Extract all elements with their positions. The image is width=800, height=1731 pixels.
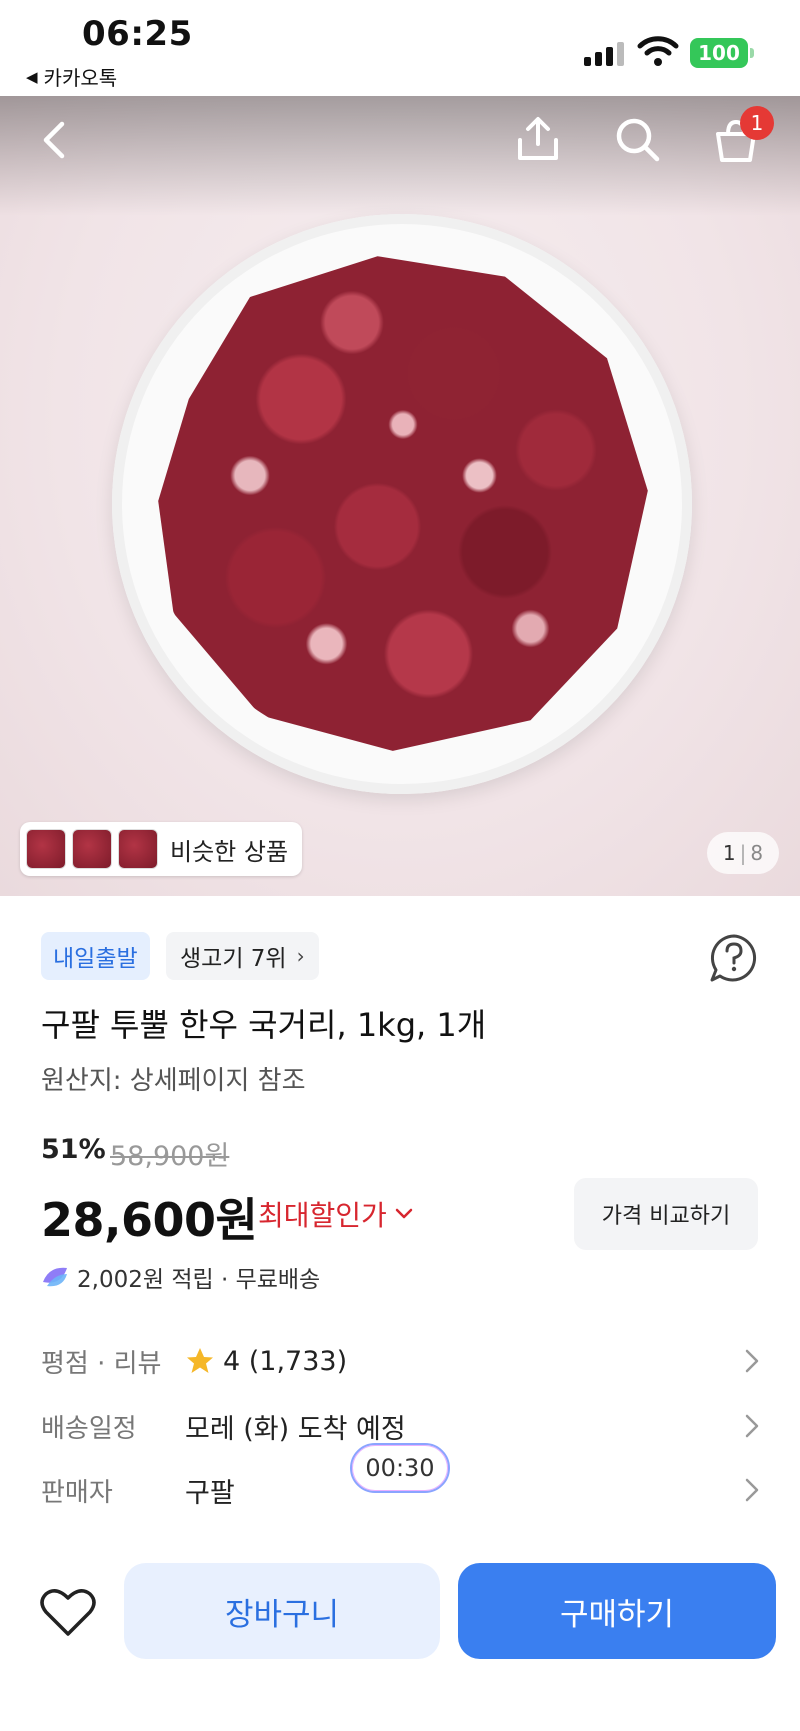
max-discount-dropdown[interactable]: 최대할인가 <box>258 1194 413 1234</box>
rating-review-row[interactable]: 평점 · 리뷰 4 (1,733) <box>41 1333 761 1389</box>
chevron-right-icon <box>745 1349 759 1373</box>
product-image[interactable]: 1 비슷한 상품 1 | 8 <box>0 96 800 896</box>
chevron-right-icon: › <box>296 944 305 968</box>
rating-label: 평점 · 리뷰 <box>41 1348 162 1379</box>
status-time: 06:25 <box>82 14 193 54</box>
similar-thumb <box>72 829 112 869</box>
rank-tag[interactable]: 생고기 7위 › <box>166 932 319 980</box>
similar-products-button[interactable]: 비슷한 상품 <box>20 822 303 876</box>
points-shipping-row: 2,002원 적립 · 무료배송 <box>41 1260 320 1294</box>
share-icon[interactable] <box>514 114 562 164</box>
back-app-label: 카카오톡 <box>43 66 118 90</box>
battery-icon: 100 <box>690 38 754 68</box>
add-to-cart-button[interactable]: 장바구니 <box>124 1563 440 1659</box>
compare-price-button[interactable]: 가격 비교하기 <box>574 1178 758 1250</box>
delivery-tag: 내일출발 <box>41 932 150 980</box>
max-discount-label: 최대할인가 <box>258 1199 387 1232</box>
cart-count-badge: 1 <box>740 106 774 140</box>
back-triangle-icon: ◀ <box>26 67 38 86</box>
question-chat-icon[interactable] <box>708 932 760 984</box>
buy-now-button[interactable]: 구매하기 <box>458 1563 776 1659</box>
original-price: 58,900원 <box>110 1141 230 1172</box>
rating-value-group: 4 (1,733) <box>185 1346 347 1377</box>
discount-rate: 51% <box>41 1134 106 1165</box>
chevron-right-icon <box>745 1414 759 1438</box>
wifi-icon <box>637 36 679 66</box>
battery-level: 100 <box>698 41 740 65</box>
star-icon <box>187 1348 213 1373</box>
search-icon[interactable] <box>612 114 662 164</box>
sale-price: 28,600원 <box>41 1193 258 1247</box>
image-counter-current: 1 <box>722 841 736 865</box>
similar-thumb <box>118 829 158 869</box>
image-counter: 1 | 8 <box>707 832 779 874</box>
back-to-app-link[interactable]: ◀ 카카오톡 <box>26 62 117 91</box>
back-arrow-icon[interactable] <box>36 116 72 164</box>
delivery-label: 배송일정 <box>41 1413 137 1444</box>
status-bar: 06:25 ◀ 카카오톡 100 <box>0 0 800 96</box>
seller-value: 구팔 <box>185 1477 235 1509</box>
rank-tag-label: 생고기 7위 <box>180 946 287 972</box>
chevron-down-icon <box>395 1208 413 1219</box>
chevron-right-icon <box>745 1478 759 1502</box>
timer-badge: 00:30 <box>350 1443 450 1493</box>
similar-thumb <box>26 829 66 869</box>
cellular-signal-icon <box>584 38 626 66</box>
counter-divider: | <box>739 841 747 865</box>
points-shipping-text: 2,002원 적립 · 무료배송 <box>77 1267 321 1293</box>
points-icon <box>43 1267 67 1287</box>
similar-products-label: 비슷한 상품 <box>170 837 289 866</box>
image-counter-total: 8 <box>750 841 764 865</box>
seller-label: 판매자 <box>41 1477 113 1508</box>
product-origin: 원산지: 상세페이지 참조 <box>41 1066 306 1096</box>
delivery-value: 모레 (화) 도착 예정 <box>185 1413 406 1445</box>
heart-icon[interactable] <box>38 1584 98 1640</box>
rating-value: 4 (1,733) <box>223 1345 348 1377</box>
product-title: 구팔 투뿔 한우 국거리, 1kg, 1개 <box>41 1006 487 1044</box>
hero-top-shade <box>0 96 800 216</box>
